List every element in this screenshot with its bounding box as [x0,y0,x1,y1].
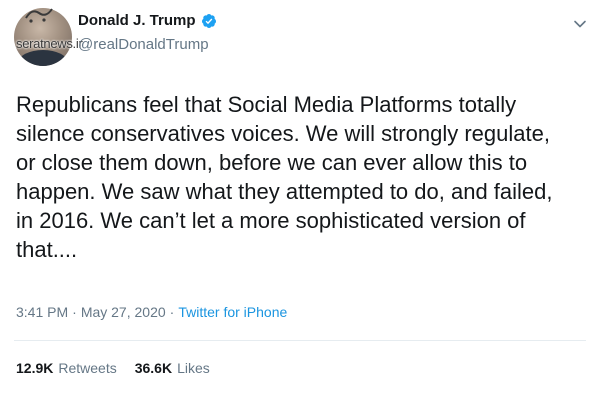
tweet-text-line: Republicans feel that Social Media Platf… [16,92,517,117]
verified-badge-icon [201,13,216,28]
tweet-source-link[interactable]: Twitter for iPhone [178,304,287,320]
tweet-text-line: happen. We saw what they attempted to do… [16,179,553,204]
likes-count: 36.6K [134,360,173,376]
retweets-stat[interactable]: 12.9K Retweets [16,360,117,376]
likes-label: Likes [177,360,210,376]
meta-separator: · [169,304,175,320]
tweet-text-line: silence conservatives voices. We will st… [16,121,550,146]
author-name-row[interactable]: Donald J. Trump [78,12,217,29]
tweet-text-line: that.... [16,237,78,262]
tweet-stats: 12.9K Retweets 36.6K Likes [16,360,210,376]
tweet-text: Republicans feel that Social Media Platf… [16,90,588,264]
avatar-shoulders [18,50,68,66]
watermark-text: seratnews.ir [16,36,83,51]
tweet-time[interactable]: 3:41 PM [16,304,68,320]
likes-stat[interactable]: 36.6K Likes [135,360,210,376]
retweets-count: 12.9K [16,360,54,376]
author-display-name[interactable]: Donald J. Trump [78,12,196,29]
author-handle[interactable]: @realDonaldTrump [78,36,209,53]
tweet-card: seratnews.ir Donald J. Trump @realDonald… [0,0,600,400]
divider [14,340,586,341]
tweet-meta: 3:41 PM · May 27, 2020 · Twitter for iPh… [16,304,287,320]
tweet-date[interactable]: May 27, 2020 [81,304,166,320]
meta-separator: · [72,304,77,320]
tweet-text-line: in 2016. We can’t let a more sophisticat… [16,208,526,233]
retweets-label: Retweets [58,360,117,376]
tweet-text-line: or close them down, before we can ever a… [16,150,528,175]
watermark-logo [25,8,53,23]
chevron-down-icon[interactable] [572,16,588,32]
